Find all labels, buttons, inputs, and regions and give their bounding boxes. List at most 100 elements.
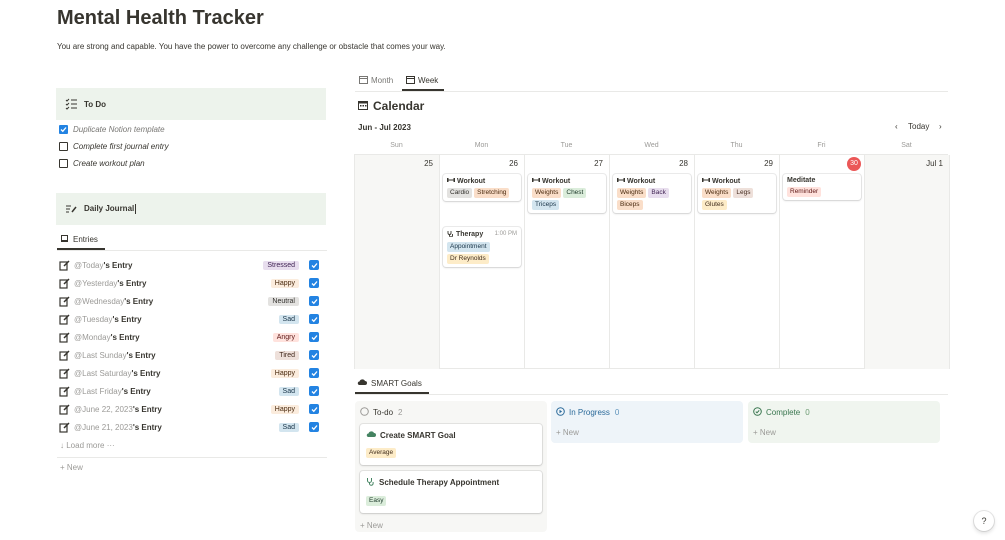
- column-header: In Progress 0: [556, 406, 738, 418]
- entry-date-mention[interactable]: @Tuesday: [74, 315, 113, 324]
- event-card[interactable]: Meditate Reminder: [783, 174, 861, 200]
- list-item[interactable]: @June 21, 2023's Entry Sad: [59, 418, 321, 436]
- todo-item[interactable]: Complete first journal entry: [59, 142, 169, 151]
- mood-tag: Angry: [272, 332, 299, 342]
- mood-tag: Stressed: [263, 260, 299, 270]
- mood-tag: Happy: [270, 404, 299, 414]
- goal-card[interactable]: Create SMART Goal Average: [360, 424, 542, 465]
- entry-checkbox[interactable]: [309, 368, 319, 378]
- entry-title: 's Entry: [121, 386, 151, 396]
- list-item[interactable]: @Yesterday's Entry Happy: [59, 274, 321, 292]
- stethoscope-icon: [447, 230, 456, 239]
- entry-checkbox[interactable]: [309, 404, 319, 414]
- weekday-header: Sat: [901, 142, 912, 149]
- goals-tab-label: SMART Goals: [371, 378, 422, 388]
- help-button[interactable]: ?: [974, 511, 994, 531]
- column-new-button[interactable]: + New: [360, 521, 542, 530]
- entry-checkbox[interactable]: [309, 278, 319, 288]
- event-tag: Weights: [617, 188, 647, 198]
- weekday-header: Thu: [730, 142, 743, 149]
- event-card[interactable]: Workout Weights Back Biceps: [613, 174, 691, 213]
- edit-icon: [59, 331, 70, 343]
- list-item[interactable]: @Last Saturday's Entry Happy: [59, 364, 321, 382]
- goals-tab[interactable]: SMART Goals: [357, 378, 422, 388]
- event-time: 1:00 PM: [494, 231, 517, 237]
- calendar-day-cell[interactable]: 28 Workout Weights Back Biceps: [610, 155, 695, 369]
- list-item[interactable]: @Tuesday's Entry Sad: [59, 310, 321, 328]
- day-number: 27: [594, 159, 603, 168]
- list-item[interactable]: @Monday's Entry Angry: [59, 328, 321, 346]
- edit-icon: [59, 421, 70, 433]
- list-item[interactable]: @Wednesday's Entry Neutral: [59, 292, 321, 310]
- divider: [355, 394, 948, 395]
- list-item[interactable]: @Today's Entry Stressed: [59, 256, 321, 274]
- event-tag: Appointment: [447, 242, 490, 252]
- entry-date-mention[interactable]: @Monday: [74, 333, 111, 342]
- entry-title: 's Entry: [110, 332, 140, 342]
- tab-month-label: Month: [371, 76, 394, 85]
- goal-card[interactable]: Schedule Therapy Appointment Easy: [360, 471, 542, 513]
- divider: [355, 91, 948, 92]
- entries-tab[interactable]: Entries: [60, 234, 98, 245]
- calendar-day-cell[interactable]: 26 Workout Cardio Stretching Therapy 1:00 PM A…: [440, 155, 525, 369]
- chevron-right-icon[interactable]: ›: [939, 122, 942, 131]
- edit-icon: [59, 295, 70, 307]
- list-item[interactable]: @June 22, 2023's Entry Happy: [59, 400, 321, 418]
- entry-date-mention[interactable]: @Last Friday: [74, 387, 122, 396]
- weekday-header: Tue: [560, 142, 573, 149]
- event-card[interactable]: Therapy 1:00 PM Appointment Dr Reynolds: [443, 227, 521, 267]
- entry-checkbox[interactable]: [309, 296, 319, 306]
- chevron-left-icon[interactable]: ‹: [895, 122, 898, 131]
- event-card[interactable]: Workout Weights Legs Glutes: [698, 174, 776, 213]
- entry-date-mention[interactable]: @June 22, 2023: [74, 405, 133, 414]
- tab-month[interactable]: Month: [359, 75, 393, 86]
- entry-checkbox[interactable]: [309, 422, 319, 432]
- todo-checkbox[interactable]: [59, 142, 68, 151]
- journal-new-button[interactable]: + New: [60, 463, 83, 472]
- todo-checkbox[interactable]: [59, 125, 68, 134]
- weekday-header: Sun: [390, 142, 403, 149]
- list-item[interactable]: @Last Sunday's Entry Tired: [59, 346, 321, 364]
- event-tag: Triceps: [532, 200, 560, 210]
- calendar-day-cell[interactable]: 30 Meditate Reminder: [780, 155, 865, 369]
- calendar-day-cell[interactable]: 27 Workout Weights Chest Triceps: [525, 155, 610, 369]
- entry-checkbox[interactable]: [309, 314, 319, 324]
- column-new-button[interactable]: + New: [753, 428, 935, 437]
- calendar-day-cell[interactable]: Jul 1: [865, 155, 950, 369]
- entry-date-mention[interactable]: @Wednesday: [74, 297, 124, 306]
- calendar-day-cell[interactable]: 29 Workout Weights Legs Glutes: [695, 155, 780, 369]
- load-more-button[interactable]: ↓ Load more ···: [60, 441, 115, 450]
- mood-tag: Happy: [270, 368, 299, 378]
- event-tag: Reminder: [787, 187, 822, 197]
- entry-checkbox[interactable]: [309, 386, 319, 396]
- journal-heading[interactable]: Daily Journal: [84, 204, 137, 214]
- todo-item[interactable]: Duplicate Notion template: [59, 125, 165, 134]
- column-new-button[interactable]: + New: [556, 428, 738, 437]
- mood-tag: Neutral: [268, 296, 299, 306]
- entry-date-mention[interactable]: @Today: [74, 261, 103, 270]
- tab-week[interactable]: Week: [406, 75, 438, 86]
- event-card[interactable]: Workout Weights Chest Triceps: [528, 174, 606, 213]
- todo-item[interactable]: Create workout plan: [59, 159, 145, 168]
- entry-date-mention[interactable]: @Last Sunday: [74, 351, 127, 360]
- list-item[interactable]: @Last Friday's Entry Sad: [59, 382, 321, 400]
- entry-date-mention[interactable]: @Yesterday: [74, 279, 117, 288]
- entry-checkbox[interactable]: [309, 260, 319, 270]
- entry-checkbox[interactable]: [309, 332, 319, 342]
- entry-date-mention[interactable]: @June 21, 2023: [74, 423, 133, 432]
- entry-date-mention[interactable]: @Last Saturday: [74, 369, 131, 378]
- day-number: Jul 1: [926, 159, 943, 168]
- today-button[interactable]: Today: [908, 122, 929, 131]
- page-quote: You are strong and capable. You have the…: [57, 42, 446, 51]
- page-title: Mental Health Tracker: [57, 7, 264, 29]
- event-title: Workout: [532, 177, 602, 185]
- calendar-icon: [406, 75, 415, 86]
- calendar-title: Calendar: [358, 99, 424, 113]
- calendar-day-cell[interactable]: 25: [355, 155, 440, 369]
- column-name: Complete: [766, 407, 801, 417]
- event-card[interactable]: Workout Cardio Stretching: [443, 174, 521, 201]
- todo-checkbox[interactable]: [59, 159, 68, 168]
- entry-checkbox[interactable]: [309, 350, 319, 360]
- edit-icon: [59, 385, 70, 397]
- column-count: 0: [614, 407, 620, 417]
